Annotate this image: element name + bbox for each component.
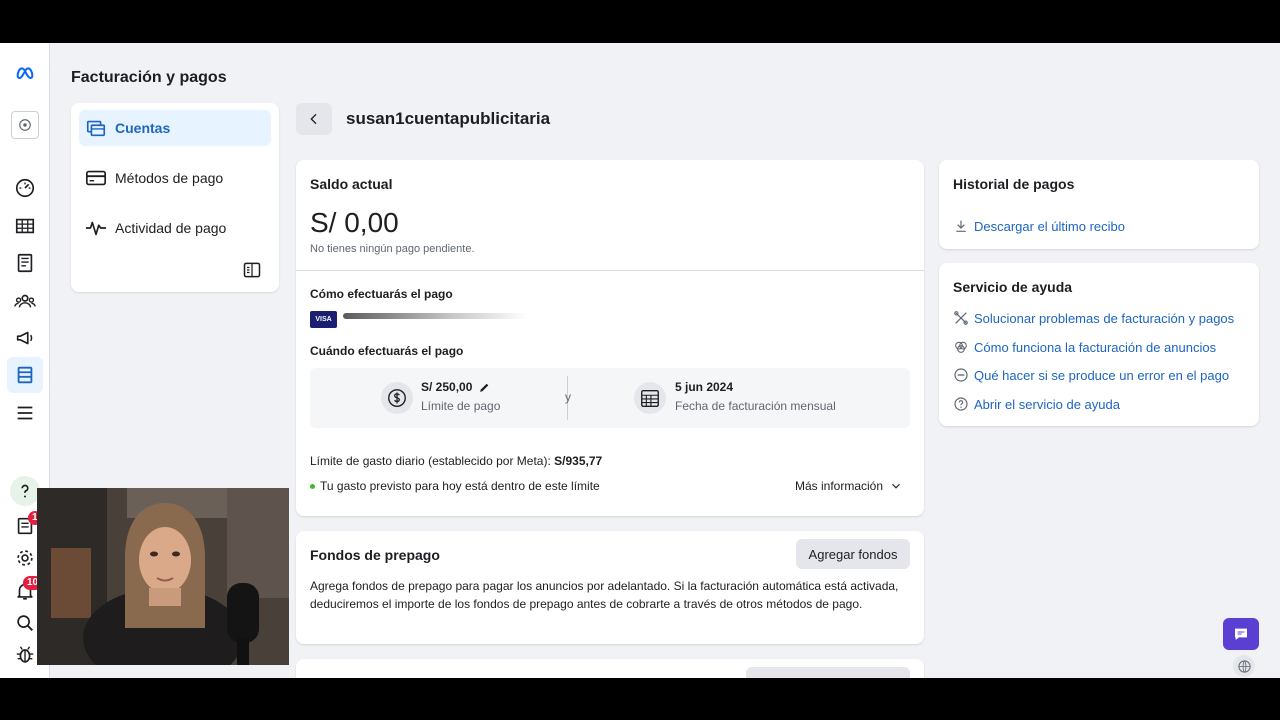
download-receipt-link[interactable]: Descargar el último recibo	[953, 218, 1125, 234]
activity-pulse-icon	[85, 221, 107, 236]
daily-limit-row: Límite de gasto diario (establecido por …	[310, 454, 602, 468]
venn-icon	[955, 341, 967, 353]
menu-icon[interactable]	[10, 398, 40, 428]
page-title: Facturación y pagos	[71, 69, 227, 86]
nav-label-payment-methods: Métodos de pago	[115, 170, 224, 186]
payment-limit-label: Límite de pago	[421, 399, 501, 413]
dashboard-icon[interactable]	[10, 173, 40, 203]
chevron-left-icon	[310, 113, 317, 125]
dollar-circle-icon	[381, 382, 413, 414]
add-funds-button[interactable]: Agregar fondos	[796, 539, 910, 569]
help-title: Servicio de ayuda	[953, 279, 1073, 295]
help-link-troubleshoot-text: Solucionar problemas de facturación y pa…	[974, 310, 1235, 326]
payment-limit-value: S/ 250,00	[421, 380, 473, 394]
more-info-toggle[interactable]: Más información	[795, 479, 903, 493]
how-pay-title: Cómo efectuarás el pago	[310, 287, 453, 301]
daily-limit-value: S/935,77	[554, 454, 603, 468]
balance-subtitle: No tienes ningún pago pendiente.	[310, 243, 475, 255]
billing-screen: 1 10 Facturación y pagos Cuentas Métodos…	[0, 43, 1280, 678]
download-icon	[956, 220, 966, 232]
nav-label-payment-activity: Actividad de pago	[115, 220, 227, 236]
balance-title: Saldo actual	[310, 176, 393, 192]
payment-schedule-box: S/ 250,00 Límite de pago y 5 jun 2024 Fe…	[310, 368, 910, 428]
chat-bubble-icon	[1235, 628, 1247, 640]
prepaid-title: Fondos de prepago	[310, 547, 440, 563]
balance-amount: S/ 0,00	[310, 207, 399, 238]
history-title: Historial de pagos	[953, 176, 1075, 192]
billing-icon[interactable]	[7, 357, 43, 393]
account-name: susan1cuentapublicitaria	[346, 109, 551, 128]
status-dot-icon	[310, 483, 315, 489]
help-link-how-billing-works[interactable]: Cómo funciona la facturación de anuncios	[953, 339, 1216, 355]
daily-limit-label: Límite de gasto diario (establecido por …	[310, 454, 551, 468]
conjunction-text: y	[565, 390, 571, 404]
help-link-payment-error[interactable]: Qué hacer si se produce un error en el p…	[953, 367, 1229, 383]
nav-item-payment-activity[interactable]: Actividad de pago	[79, 210, 271, 246]
when-pay-title: Cuándo efectuarás el pago	[310, 344, 464, 358]
meta-logo-icon[interactable]	[10, 58, 40, 88]
audiences-icon[interactable]	[10, 286, 40, 316]
card-number-redacted	[343, 313, 528, 319]
calendar-icon	[634, 382, 666, 414]
help-link-payment-error-text: Qué hacer si se produce un error en el p…	[974, 367, 1230, 383]
minus-circle-icon	[954, 368, 968, 382]
chat-button[interactable]	[1223, 618, 1259, 650]
credit-card-icon	[86, 170, 106, 186]
question-circle-icon	[954, 397, 968, 411]
billing-date: 5 jun 2024	[675, 380, 734, 394]
help-link-open-help-center-text: Abrir el servicio de ayuda	[974, 396, 1120, 412]
nav-item-accounts[interactable]: Cuentas	[79, 110, 271, 146]
tools-icon	[954, 311, 968, 325]
bug-icon[interactable]	[10, 640, 40, 670]
table-icon[interactable]	[10, 211, 40, 241]
settings-icon[interactable]	[10, 543, 40, 573]
payment-history-card	[939, 160, 1259, 249]
visa-card-logo: VISA	[310, 311, 337, 328]
balance-divider	[296, 270, 924, 271]
pages-icon[interactable]	[10, 248, 40, 278]
billing-date-label: Fecha de facturación mensual	[675, 399, 836, 413]
payment-limit-row: S/ 250,00	[421, 380, 491, 394]
billing-nav: Cuentas Métodos de pago Actividad de pag…	[71, 103, 279, 292]
accounts-icon	[86, 120, 106, 137]
collapse-sidebar-icon[interactable]	[242, 260, 262, 280]
prepaid-description: Agrega fondos de prepago para pagar los …	[310, 579, 899, 611]
pencil-edit-icon[interactable]	[478, 381, 491, 394]
webcam-overlay	[37, 488, 289, 665]
account-avatar-icon[interactable]	[11, 111, 39, 139]
spend-status-row: Tu gasto previsto para hoy está dentro d…	[310, 479, 600, 493]
back-button[interactable]	[296, 103, 332, 135]
spend-status-text: Tu gasto previsto para hoy está dentro d…	[320, 479, 600, 493]
help-link-how-billing-works-text: Cómo funciona la facturación de anuncios	[974, 339, 1217, 355]
nav-label-accounts: Cuentas	[115, 120, 171, 136]
search-icon[interactable]	[10, 608, 40, 638]
download-receipt-text: Descargar el último recibo	[974, 218, 1126, 234]
presenter-video-image	[37, 488, 289, 665]
nav-item-payment-methods[interactable]: Métodos de pago	[79, 160, 271, 196]
help-icon[interactable]	[10, 476, 40, 506]
more-info-label: Más información	[795, 479, 884, 493]
next-card-button[interactable]	[746, 667, 910, 678]
megaphone-icon[interactable]	[10, 323, 40, 353]
chevron-down-icon	[892, 483, 900, 489]
globe-icon[interactable]	[1233, 655, 1255, 677]
help-link-troubleshoot[interactable]: Solucionar problemas de facturación y pa…	[953, 310, 1234, 326]
help-link-open-help-center[interactable]: Abrir el servicio de ayuda	[953, 396, 1120, 412]
